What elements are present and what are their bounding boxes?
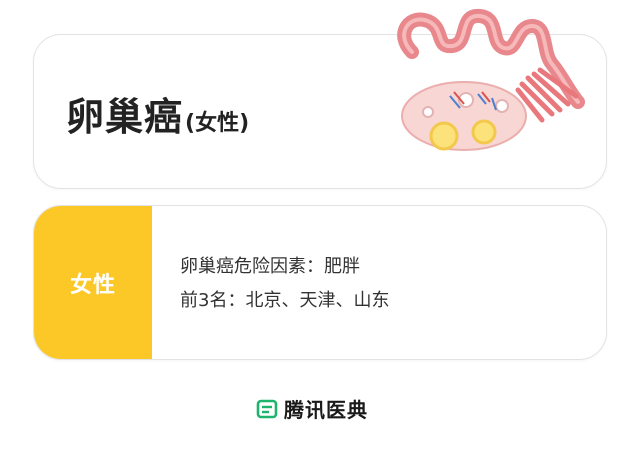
disease-gender-note: (女性) bbox=[185, 111, 250, 136]
tencent-medipedia-logo-icon bbox=[256, 399, 278, 418]
gender-tag: 女性 bbox=[34, 206, 152, 359]
risk-info-card: 女性 卵巢癌危险因素：肥胖 前3名：北京、天津、山东 bbox=[33, 205, 607, 360]
risk-info-text: 卵巢癌危险因素：肥胖 前3名：北京、天津、山东 bbox=[180, 250, 389, 318]
brand-footer: 腾讯医典 bbox=[256, 394, 368, 423]
risk-factor-line: 卵巢癌危险因素：肥胖 bbox=[180, 256, 360, 277]
top-regions-line: 前3名：北京、天津、山东 bbox=[180, 290, 390, 311]
ovary-illustration bbox=[397, 9, 585, 151]
disease-name: 卵巢癌 bbox=[66, 95, 184, 139]
disease-title: 卵巢癌 (女性) bbox=[66, 86, 249, 141]
gender-tag-label: 女性 bbox=[69, 272, 116, 298]
brand-name: 腾讯医典 bbox=[284, 398, 368, 422]
